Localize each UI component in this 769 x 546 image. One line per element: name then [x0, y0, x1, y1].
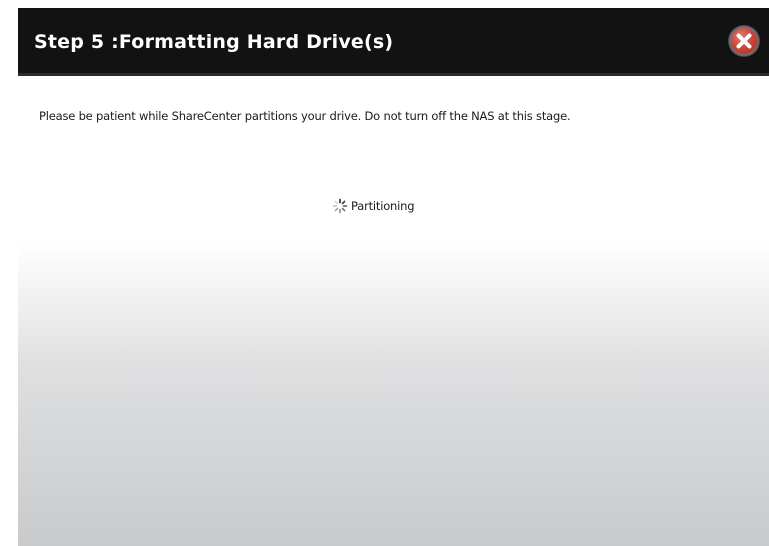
dialog-titlebar: Step 5 :Formatting Hard Drive(s)	[18, 8, 769, 76]
close-button[interactable]	[729, 26, 759, 56]
instruction-text: Please be patient while ShareCenter part…	[39, 109, 571, 123]
progress-status: Partitioning	[332, 198, 415, 214]
dialog-title: Step 5 :Formatting Hard Drive(s)	[34, 31, 394, 53]
close-icon	[736, 33, 752, 49]
status-label: Partitioning	[351, 199, 415, 213]
format-dialog: Step 5 :Formatting Hard Drive(s) Please …	[18, 8, 769, 546]
loading-spinner-icon	[332, 198, 348, 214]
